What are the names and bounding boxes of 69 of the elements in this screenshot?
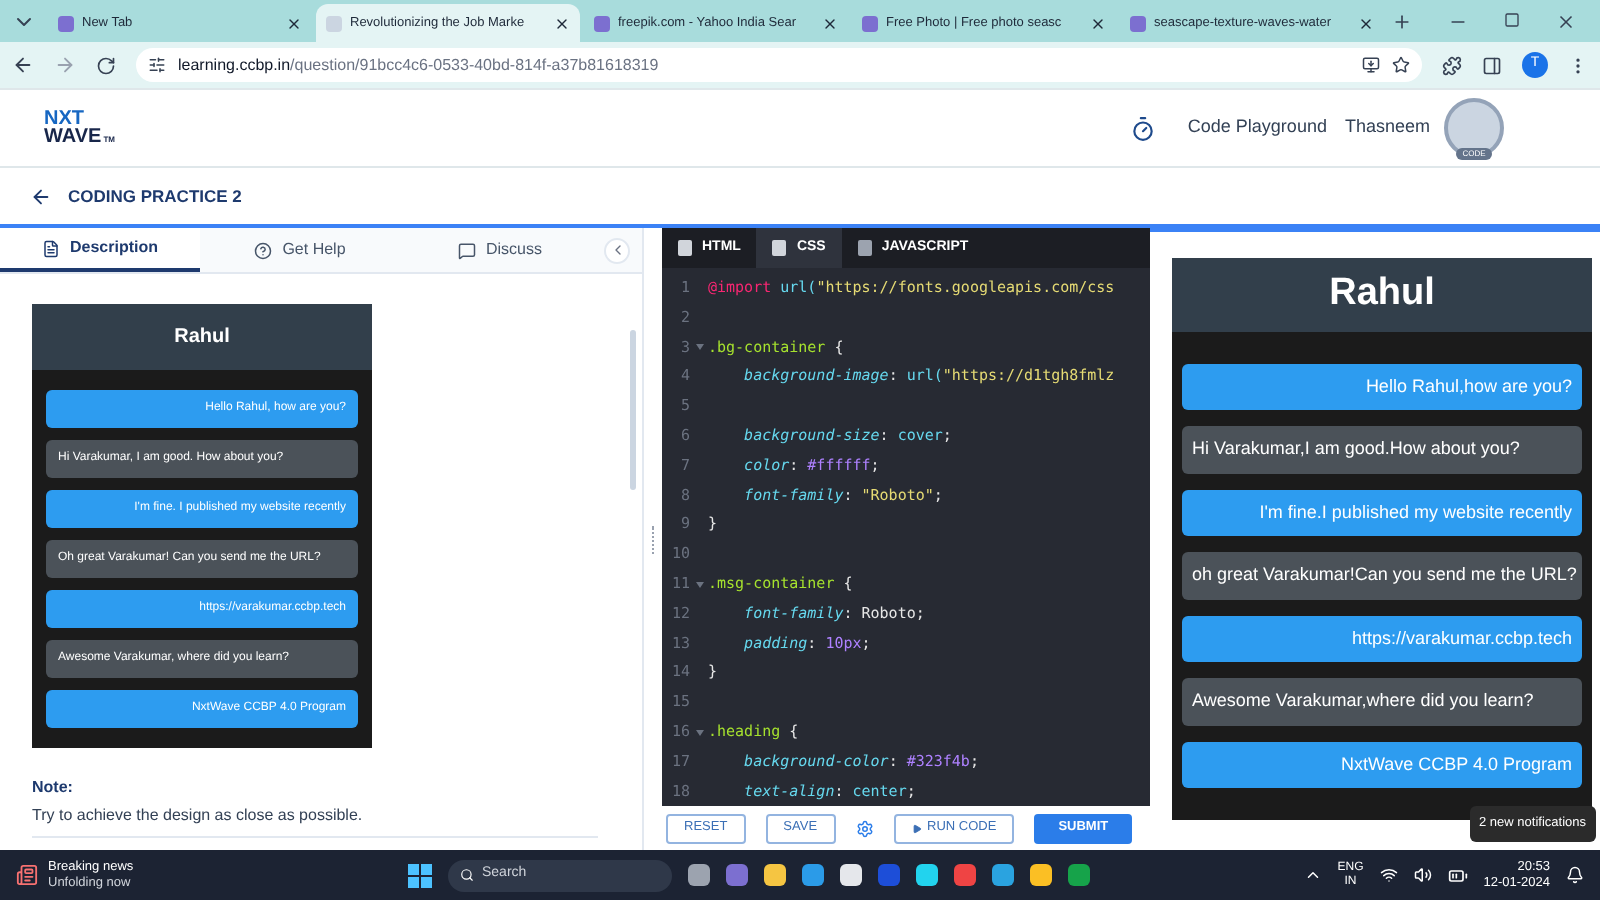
close-icon[interactable]	[822, 15, 838, 31]
extensions-icon[interactable]	[1442, 55, 1462, 75]
close-icon[interactable]	[1358, 15, 1374, 31]
stopwatch-icon[interactable]	[1129, 115, 1156, 141]
back-arrow-icon[interactable]	[30, 185, 52, 207]
app-icon[interactable]	[1030, 864, 1052, 886]
scrollbar[interactable]	[630, 330, 636, 490]
maximize-icon[interactable]	[1504, 12, 1520, 28]
back-icon[interactable]	[12, 54, 34, 76]
chat-heading: Rahul	[1172, 258, 1592, 331]
close-icon[interactable]	[1090, 15, 1106, 31]
fold-caret-icon[interactable]	[695, 581, 703, 588]
reload-icon[interactable]	[96, 55, 116, 75]
favicon-icon	[594, 15, 610, 31]
chat-message: Awesome Varakumar,where did you learn?	[1182, 678, 1582, 725]
close-icon[interactable]	[1556, 12, 1576, 32]
notification-bell-icon[interactable]	[1566, 866, 1584, 884]
page-title: CODING PRACTICE 2	[68, 183, 242, 209]
chat-message: Hi Varakumar,I am good.How about you?	[1182, 426, 1582, 473]
file-type-icon	[772, 240, 787, 256]
favicon-icon	[58, 15, 74, 31]
chat-heading: Rahul	[32, 304, 372, 370]
note-text: Try to achieve the design as close as possible.	[32, 804, 598, 838]
install-icon[interactable]	[1362, 56, 1380, 74]
user-name: Thasneem	[1344, 114, 1430, 141]
tab-icon	[254, 241, 273, 259]
windows-logo-icon[interactable]	[408, 863, 432, 887]
panel-tab[interactable]: Get Help	[200, 228, 400, 272]
url-text: learning.ccbp.in/question/91bcc4c6-0533-40bd-814f-a37b81618319	[178, 53, 661, 77]
file-type-icon	[678, 240, 692, 256]
note-label: Note:	[32, 776, 75, 800]
favicon-icon	[326, 15, 342, 31]
site-info-icon[interactable]	[148, 56, 166, 74]
chat-message: Hello Rahul,how are you?	[1182, 363, 1582, 410]
app-icon[interactable]	[688, 864, 710, 886]
close-icon[interactable]	[554, 15, 570, 31]
fold-caret-icon[interactable]	[695, 344, 703, 351]
battery-icon[interactable]	[1447, 865, 1468, 885]
close-icon[interactable]	[286, 15, 302, 31]
wifi-icon[interactable]	[1379, 866, 1398, 884]
chat-message: oh great Varakumar!Can you send me the URL?	[1182, 552, 1582, 599]
fold-caret-icon[interactable]	[695, 729, 703, 736]
app-icon[interactable]	[764, 864, 786, 886]
favicon-icon	[1130, 15, 1146, 31]
volume-icon[interactable]	[1413, 866, 1432, 884]
news-icon[interactable]	[16, 864, 38, 886]
search-icon	[460, 868, 474, 882]
tab-icon	[41, 239, 60, 257]
resize-handle[interactable]	[651, 525, 655, 553]
app-icon[interactable]	[802, 864, 824, 886]
app-icon[interactable]	[840, 864, 862, 886]
tab-icon	[457, 241, 476, 259]
nav-link[interactable]: Code Playground	[1187, 114, 1327, 142]
favicon-icon	[862, 15, 878, 31]
app-icon[interactable]	[992, 864, 1014, 886]
chat-message: NxtWave CCBP 4.0 Program	[1182, 741, 1582, 788]
chat-message: https://varakumar.ccbp.tech	[1182, 615, 1582, 662]
tray-chevron-icon[interactable]	[1303, 866, 1322, 884]
bookmark-icon[interactable]	[1392, 56, 1410, 74]
address-bar[interactable]: learning.ccbp.in/question/91bcc4c6-0533-40bd-814f-a37b81618319	[136, 48, 1422, 82]
side-panel-icon[interactable]	[1482, 55, 1502, 75]
file-type-icon	[857, 240, 872, 256]
new-tab-icon[interactable]	[1392, 12, 1412, 32]
panel-tab[interactable]: Description	[0, 228, 200, 272]
app-icon[interactable]	[916, 864, 938, 886]
chat-message: I'm fine.I published my website recently	[1182, 489, 1582, 536]
panel-tab[interactable]: Discuss	[400, 228, 600, 272]
play-icon	[911, 823, 922, 833]
settings-icon[interactable]	[855, 819, 874, 837]
